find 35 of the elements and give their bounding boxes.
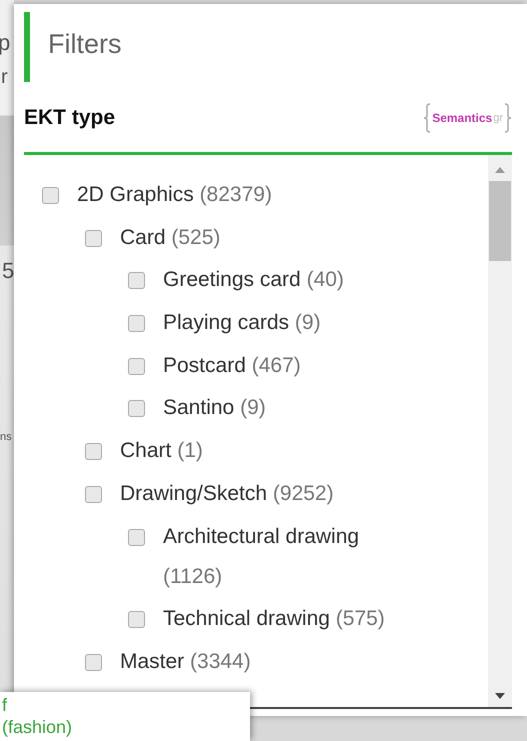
checkbox[interactable]: [128, 611, 145, 628]
filter-label[interactable]: 2D Graphics (82379): [77, 175, 272, 215]
checkbox[interactable]: [128, 358, 145, 375]
text-fragment: ns: [0, 430, 12, 445]
checkbox[interactable]: [85, 230, 102, 247]
scrollbar[interactable]: [488, 155, 512, 707]
checkbox[interactable]: [128, 315, 145, 332]
filter-label[interactable]: Chart (1): [120, 431, 203, 472]
filter-label[interactable]: Architectural drawing (1126): [163, 516, 403, 596]
scroll-up-icon[interactable]: [495, 167, 505, 173]
brace-icon: [504, 102, 512, 134]
checkbox[interactable]: [85, 443, 102, 460]
checkbox[interactable]: [128, 400, 145, 418]
filter-label[interactable]: Postcard (467): [163, 346, 301, 386]
scroll-thumb[interactable]: [489, 181, 511, 261]
filter-label[interactable]: Playing cards (9): [163, 303, 321, 344]
checkbox[interactable]: [85, 654, 102, 671]
section-title: EKT type: [24, 106, 116, 130]
filter-label[interactable]: Master (3344): [120, 642, 251, 682]
checkbox[interactable]: [128, 272, 145, 290]
brace-icon: [423, 102, 432, 134]
scroll-down-icon[interactable]: [495, 693, 505, 699]
filter-label[interactable]: Santino (9): [163, 388, 266, 428]
checkbox[interactable]: [42, 187, 59, 204]
logo-text: Semantics: [432, 111, 492, 125]
filter-label[interactable]: Drawing/Sketch (9252): [120, 474, 334, 514]
filter-label[interactable]: Greetings card (40): [163, 260, 344, 300]
text-fragment: r: [1, 65, 8, 90]
text-fragment: 5: [2, 258, 14, 284]
filter-label[interactable]: Technical drawing (575): [163, 599, 385, 640]
panel-title: Filters: [48, 28, 122, 60]
checkbox[interactable]: [128, 528, 145, 546]
checkbox[interactable]: [85, 486, 102, 503]
filter-label[interactable]: Card (525): [120, 218, 220, 258]
logo-suffix: gr: [493, 112, 503, 124]
